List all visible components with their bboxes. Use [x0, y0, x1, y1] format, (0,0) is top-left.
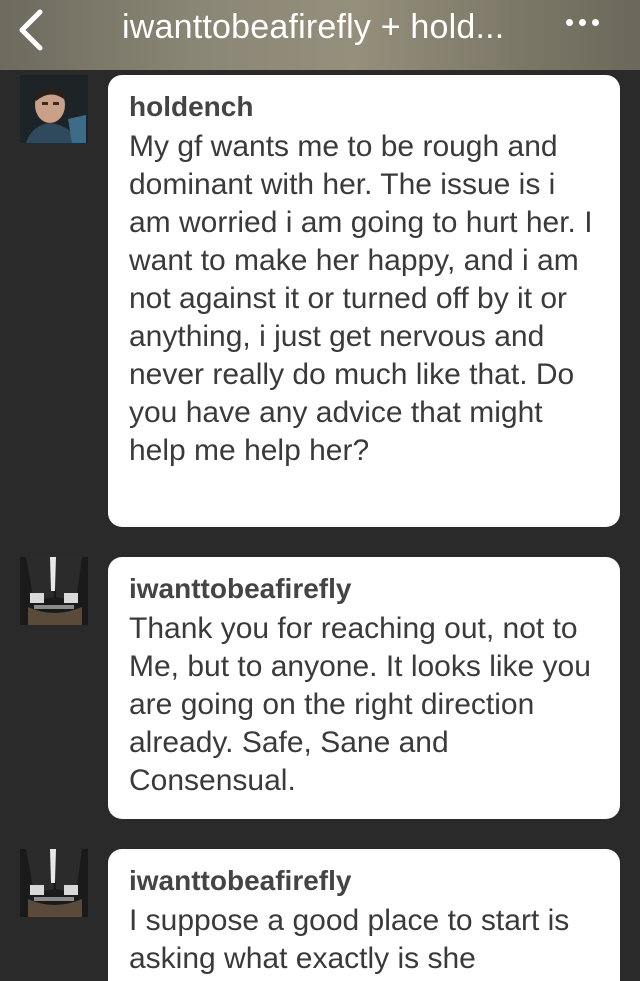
sender-name[interactable]: holdench — [129, 91, 602, 123]
conversation-header: iwanttobeafirefly + hold... — [0, 0, 640, 70]
message-bubble[interactable]: iwanttobeafirefly Thank you for reaching… — [108, 557, 620, 819]
message-text: I suppose a good place to start is askin… — [129, 904, 570, 975]
back-button[interactable] — [12, 8, 56, 52]
sender-avatar[interactable] — [20, 557, 88, 625]
sender-avatar[interactable] — [20, 75, 88, 143]
message-text: Thank you for reaching out, not to Me, b… — [129, 612, 591, 797]
sender-name[interactable]: iwanttobeafirefly — [129, 865, 602, 897]
user-avatar-icon — [20, 557, 88, 625]
message-thread[interactable]: holdench My gf wants me to be rough and … — [0, 70, 640, 981]
message-bubble[interactable]: iwanttobeafirefly I suppose a good place… — [108, 849, 620, 981]
conversation-title: iwanttobeafirefly + hold... — [122, 8, 505, 46]
more-options-button[interactable] — [566, 14, 614, 36]
more-dots-icon — [579, 19, 586, 27]
more-dots-icon — [566, 19, 573, 27]
chevron-left-icon — [19, 9, 43, 51]
more-dots-icon — [592, 19, 599, 27]
message-bubble[interactable]: holdench My gf wants me to be rough and … — [108, 75, 620, 527]
user-avatar-icon — [20, 849, 88, 917]
user-avatar-icon — [20, 75, 88, 143]
sender-name[interactable]: iwanttobeafirefly — [129, 573, 602, 605]
sender-avatar[interactable] — [20, 849, 88, 917]
message-text: My gf wants me to be rough and dominant … — [129, 130, 593, 467]
